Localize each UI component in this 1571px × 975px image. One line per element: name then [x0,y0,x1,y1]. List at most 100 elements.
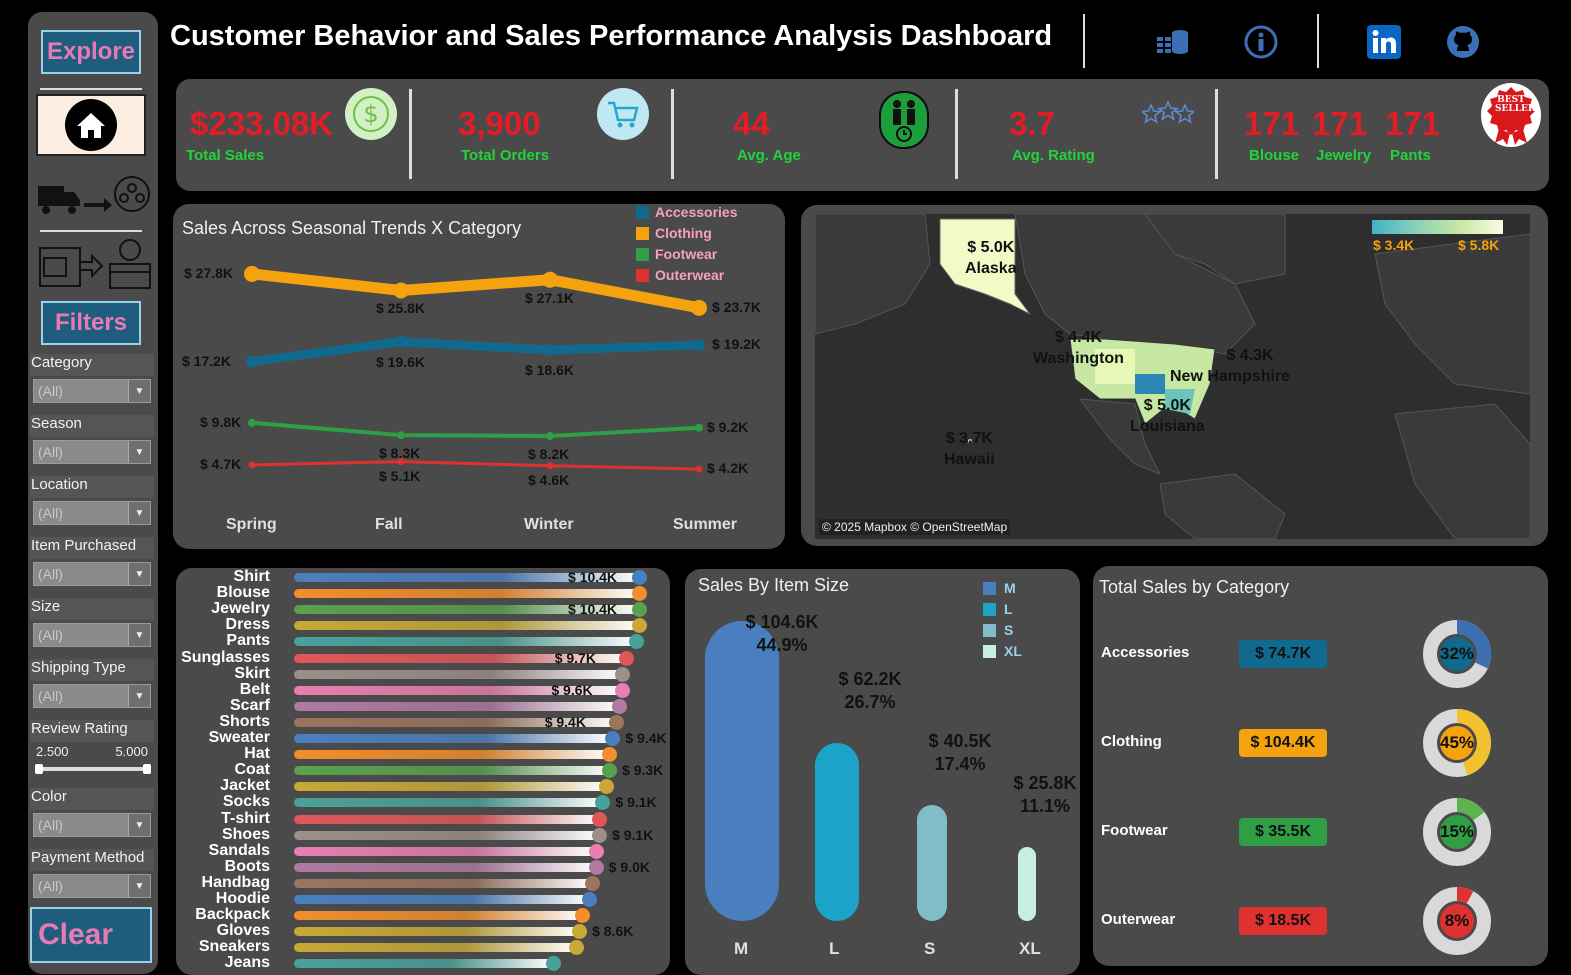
info-icon[interactable] [1243,24,1279,60]
category-donut-clothing[interactable]: 45% [1422,708,1492,778]
series-line-footwear[interactable] [251,420,700,438]
explore-button[interactable]: Explore [41,30,141,74]
data-point-clothing[interactable] [542,271,558,288]
bar[interactable] [294,846,597,856]
data-point-clothing[interactable] [244,265,260,282]
bar-row[interactable]: Scarf [176,697,670,714]
data-point-accessories[interactable] [693,339,705,352]
bar[interactable] [294,701,621,711]
customer-view-button[interactable] [34,170,152,230]
bar-row[interactable]: Hoodie [176,891,670,907]
bar-row[interactable]: Belt $ 9.6K [176,681,670,698]
data-point-footwear[interactable] [248,418,256,427]
bar[interactable] [294,943,577,953]
category-donut-footwear[interactable]: 15% [1422,797,1492,867]
size-dropdown[interactable]: (All) ▼ [33,623,151,647]
bar-row[interactable]: Shorts $ 9.4K [176,713,670,730]
bar-row[interactable]: Sandals [176,842,670,859]
legend-size-m[interactable]: M [983,580,1016,596]
bar-row[interactable]: Jewelry $ 10.4K [176,601,670,618]
review-rating-slider[interactable] [35,764,151,774]
bar[interactable] [294,927,581,937]
map-attribution[interactable]: © 2025 Mapbox © OpenStreetMap [819,519,1011,535]
legend-size-s[interactable]: S [983,622,1013,638]
bar[interactable] [294,862,597,872]
bar[interactable] [294,895,591,904]
bar[interactable] [294,830,601,840]
data-point-accessories[interactable] [246,355,258,368]
clear-button[interactable]: Clear [30,907,152,963]
location-dropdown[interactable]: (All) ▼ [33,501,151,525]
bar-row[interactable]: Backpack [176,907,670,924]
data-point-clothing[interactable] [691,299,707,316]
data-point-accessories[interactable] [395,335,407,348]
bar-row[interactable]: Dress [176,617,670,634]
bar-row[interactable]: Jeans [176,955,670,972]
color-dropdown[interactable]: (All) ▼ [33,813,151,837]
series-line-accessories[interactable] [251,337,700,367]
bar[interactable] [294,959,554,969]
bar[interactable] [294,637,637,647]
bar[interactable] [294,589,640,599]
bar[interactable] [294,814,601,824]
bar-row[interactable]: Pants [176,633,670,650]
bar-row[interactable]: Coat $ 9.3K [176,762,670,779]
data-source-icon[interactable] [1154,24,1190,60]
series-line-outerwear[interactable] [251,460,700,471]
data-point-outerwear[interactable] [695,465,703,473]
bar-row[interactable]: Socks $ 9.1K [176,794,670,811]
chevron-down-icon[interactable]: ▼ [128,685,150,707]
bar[interactable] [294,734,614,743]
bar-row[interactable]: Gloves $ 8.6K [176,923,670,940]
sales-view-button[interactable] [34,234,152,294]
bar[interactable] [294,878,594,888]
category-donut-outerwear[interactable]: 8% [1422,886,1492,956]
season-dropdown[interactable]: (All) ▼ [33,440,151,464]
bar[interactable] [294,782,607,792]
category-donut-accessories[interactable]: 32% [1422,619,1492,689]
bar[interactable] [294,750,611,760]
bar-row[interactable]: Sneakers [176,939,670,956]
sales-map[interactable]: $ 5.0K Alaska $ 4.4K Washington $ 4.3K New … [815,214,1530,539]
bar-row[interactable]: Skirt [176,665,670,682]
github-icon[interactable] [1445,24,1481,60]
size-bar[interactable] [815,742,859,921]
bar-row[interactable]: Handbag [176,874,670,891]
data-point-footwear[interactable] [695,423,703,432]
data-point-outerwear[interactable] [546,462,554,470]
bar[interactable] [294,911,584,921]
bar-row[interactable]: Jacket [176,778,670,795]
chevron-down-icon[interactable]: ▼ [128,624,150,646]
bar-row[interactable]: Hat [176,746,670,763]
data-point-outerwear[interactable] [248,461,256,469]
series-line-clothing[interactable] [251,268,701,314]
slider-max-handle[interactable] [143,764,151,774]
bar[interactable] [294,798,604,808]
home-button[interactable] [36,94,146,156]
bar-row[interactable]: Boots $ 9.0K [176,858,670,875]
bar-row[interactable]: Shoes $ 9.1K [176,826,670,843]
payment-method-dropdown[interactable]: (All) ▼ [33,874,151,898]
data-point-accessories[interactable] [544,344,556,356]
chevron-down-icon[interactable]: ▼ [128,441,150,463]
size-bar[interactable] [705,621,779,921]
legend-size-l[interactable]: L [983,601,1013,617]
bar[interactable] [294,669,624,679]
filters-button[interactable]: Filters [41,301,141,345]
bar[interactable] [294,621,640,631]
size-bar[interactable] [1018,847,1036,921]
linkedin-icon[interactable] [1366,24,1402,60]
shipping-type-dropdown[interactable]: (All) ▼ [33,684,151,708]
category-dropdown[interactable]: (All) ▼ [33,379,151,403]
bar-row[interactable]: Shirt $ 10.4K [176,569,670,585]
bar-row[interactable]: Sunglasses $ 9.7K [176,649,670,666]
chevron-down-icon[interactable]: ▼ [128,380,150,402]
data-point-footwear[interactable] [397,431,405,440]
size-bar[interactable] [917,804,947,921]
chevron-down-icon[interactable]: ▼ [128,814,150,836]
data-point-footwear[interactable] [546,432,554,440]
bar-row[interactable]: T-shirt [176,810,670,827]
chevron-down-icon[interactable]: ▼ [128,563,150,585]
bar-row[interactable]: Blouse [176,585,670,602]
legend-size-xl[interactable]: XL [983,643,1022,659]
